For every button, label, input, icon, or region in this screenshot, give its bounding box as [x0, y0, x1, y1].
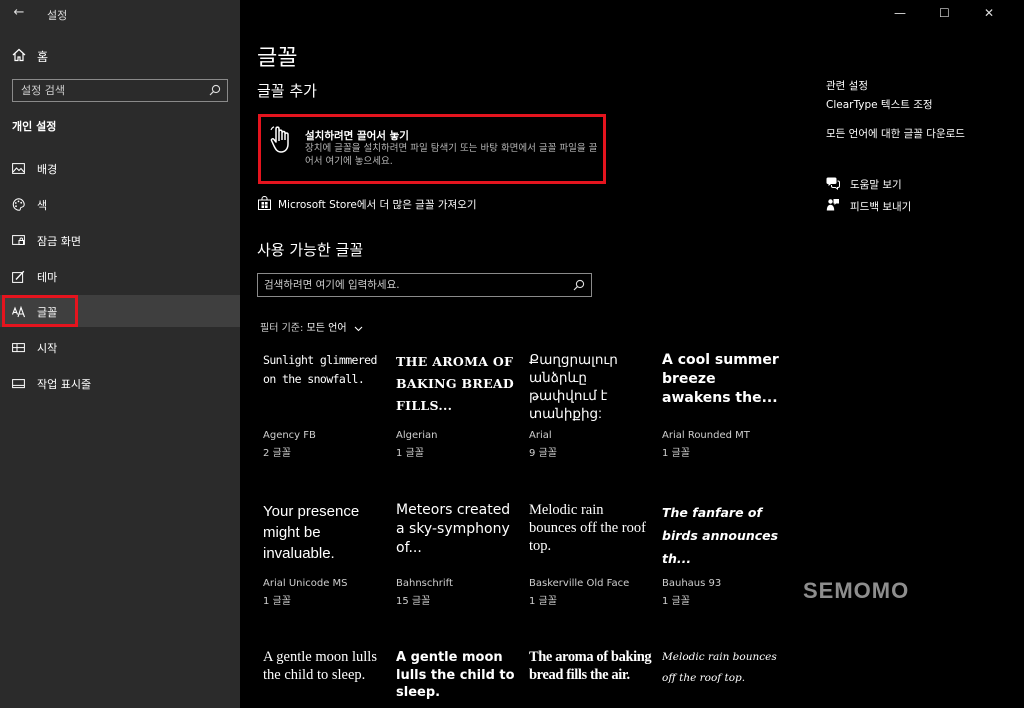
font-sample: Melodic rain bounces off the roof top.: [529, 502, 646, 554]
sidebar-item-label: 홈: [37, 50, 49, 64]
highlight-outline: [2, 295, 78, 327]
font-name: Bauhaus 93: [662, 578, 722, 589]
help-label: 도움말 보기: [850, 179, 902, 191]
font-count: 1 글꼴: [662, 448, 690, 459]
drop-zone-title: 설치하려면 끌어서 놓기: [305, 130, 409, 142]
font-card[interactable]: A gentle moon lulls the child to sleep.: [396, 649, 520, 708]
filter-value[interactable]: 모든 언어: [307, 323, 347, 334]
related-settings-title: 관련 설정: [826, 80, 868, 92]
drag-hand-icon: [270, 126, 289, 153]
font-sample: Your presence might be invaluable.: [263, 503, 360, 562]
font-name: Algerian: [396, 430, 438, 441]
sidebar-item-label: 작업 표시줄: [37, 378, 92, 391]
titlebar: ← 설정: [0, 0, 240, 28]
font-count: 15 글꼴: [396, 596, 431, 607]
font-drop-zone[interactable]: 설치하려면 끌어서 놓기 장치에 글꼴을 설치하려면 파일 탐색기 또는 바탕 …: [258, 114, 606, 184]
sidebar-item-home[interactable]: 홈: [0, 42, 240, 70]
font-name: Agency FB: [263, 430, 316, 441]
font-sample: A gentle moon lulls the child to sleep.: [263, 649, 377, 683]
sidebar-item-label: 배경: [37, 163, 58, 176]
sidebar-item-start[interactable]: 시작: [0, 331, 240, 363]
available-fonts-heading: 사용 가능한 글꼴: [257, 241, 364, 259]
font-card-baskerville-old-face[interactable]: Melodic rain bounces off the roof top. B…: [529, 501, 653, 646]
font-search-box[interactable]: [257, 273, 592, 297]
main-content: — ☐ ✕ 글꼴 글꼴 추가 설치하려면 끌어서 놓기 장치에 글꼴을 설치하려…: [240, 0, 1024, 708]
sidebar-item-taskbar[interactable]: 작업 표시줄: [0, 367, 240, 399]
font-sample: A gentle moon lulls the child to sleep.: [396, 650, 515, 700]
feedback-label: 피드백 보내기: [850, 201, 912, 213]
sidebar: ← 설정 홈 개인 설정 배경 색: [0, 0, 240, 708]
store-icon: [258, 196, 271, 210]
font-count: 1 글꼴: [662, 596, 690, 607]
font-sample: The fanfare of birds announces th...: [662, 505, 779, 566]
image-icon: [12, 163, 25, 174]
sidebar-item-label: 잠금 화면: [37, 235, 81, 248]
font-card-agency-fb[interactable]: Sunlight glimmered on the snowfall. Agen…: [263, 351, 387, 496]
watermark: SEMOMO: [803, 578, 910, 603]
cleartype-link[interactable]: ClearType 텍스트 조정: [826, 97, 933, 112]
sidebar-item-theme[interactable]: 테마: [0, 260, 240, 292]
font-sample: Meteors created a sky-symphony of...: [396, 502, 511, 556]
search-icon[interactable]: [573, 279, 585, 291]
add-fonts-heading: 글꼴 추가: [257, 82, 317, 100]
sidebar-item-label: 색: [37, 199, 48, 212]
font-count: 2 글꼴: [263, 448, 291, 459]
font-sample: A cool summer breeze awakens the...: [662, 352, 779, 406]
window-controls: — ☐ ✕: [884, 0, 1024, 28]
drop-zone-description: 장치에 글꼴을 설치하려면 파일 탐색기 또는 바탕 화면에서 글꼴 파일을 끌…: [305, 143, 598, 167]
font-count: 1 글꼴: [396, 448, 424, 459]
font-name: Bahnschrift: [396, 578, 453, 589]
font-count: 1 글꼴: [263, 596, 291, 607]
font-name: Arial Rounded MT: [662, 430, 750, 441]
font-card-arial-unicode-ms[interactable]: Your presence might be invaluable. Arial…: [263, 501, 387, 646]
store-link-label: Microsoft Store에서 더 많은 글꼴 가져오기: [278, 199, 477, 211]
sidebar-item-label: 테마: [37, 271, 58, 284]
settings-search-input[interactable]: [13, 80, 203, 101]
download-fonts-link[interactable]: 모든 언어에 대한 글꼴 다운로드: [826, 126, 965, 141]
page-title: 글꼴: [257, 46, 298, 71]
feedback-icon: [826, 199, 839, 211]
chevron-down-icon[interactable]: [354, 324, 363, 333]
font-name: Arial: [529, 430, 552, 441]
close-button[interactable]: ✕: [984, 6, 994, 20]
font-sample: Sunlight glimmered on the snowfall.: [263, 353, 377, 386]
font-sample: Քաղցրալուր անձրևը թափվում է տանիքից:: [529, 352, 618, 421]
sidebar-item-background[interactable]: 배경: [0, 152, 240, 184]
font-search-input[interactable]: [258, 274, 563, 296]
section-title: 개인 설정: [12, 120, 57, 133]
help-chat-icon: [826, 177, 840, 190]
settings-search-box[interactable]: [12, 79, 228, 102]
sidebar-item-label: 시작: [37, 342, 58, 355]
font-card[interactable]: The aroma of baking bread fills the air.: [529, 649, 653, 708]
font-card[interactable]: Melodic rain bounces off the roof top.: [662, 647, 786, 708]
font-card-arial[interactable]: Քաղցրալուր անձրևը թափվում է տանիքից: Ari…: [529, 351, 653, 496]
theme-icon: [12, 270, 25, 283]
search-icon[interactable]: [209, 84, 221, 96]
start-icon: [12, 343, 25, 353]
font-sample: Melodic rain bounces off the roof top.: [662, 651, 777, 684]
font-card-arial-rounded-mt[interactable]: A cool summer breeze awakens the... Aria…: [662, 351, 786, 496]
back-button[interactable]: ←: [10, 5, 28, 21]
font-count: 9 글꼴: [529, 448, 557, 459]
font-sample: The aroma of baking bread fills the air.: [529, 649, 652, 683]
font-card[interactable]: A gentle moon lulls the child to sleep.: [263, 649, 387, 708]
sidebar-item-color[interactable]: 색: [0, 188, 240, 220]
minimize-button[interactable]: —: [894, 6, 906, 20]
font-sample: THE AROMA OF BAKING BREAD FILLS...: [396, 354, 515, 413]
filter-label: 필터 기준:: [260, 323, 304, 334]
font-card-algerian[interactable]: THE AROMA OF BAKING BREAD FILLS... Alger…: [396, 351, 520, 496]
maximize-button[interactable]: ☐: [939, 6, 950, 20]
lock-screen-icon: [12, 235, 25, 245]
home-icon: [12, 48, 26, 62]
font-card-bahnschrift[interactable]: Meteors created a sky-symphony of... Bah…: [396, 501, 520, 646]
language-filter[interactable]: 필터 기준: 모든 언어: [260, 319, 363, 334]
font-card-bauhaus-93[interactable]: The fanfare of birds announces th... Bau…: [662, 501, 786, 646]
font-name: Arial Unicode MS: [263, 578, 348, 589]
palette-icon: [12, 198, 25, 211]
sidebar-item-lock-screen[interactable]: 잠금 화면: [0, 224, 240, 256]
font-name: Baskerville Old Face: [529, 578, 630, 589]
taskbar-icon: [12, 379, 25, 389]
font-count: 1 글꼴: [529, 596, 557, 607]
app-title: 설정: [47, 9, 68, 22]
